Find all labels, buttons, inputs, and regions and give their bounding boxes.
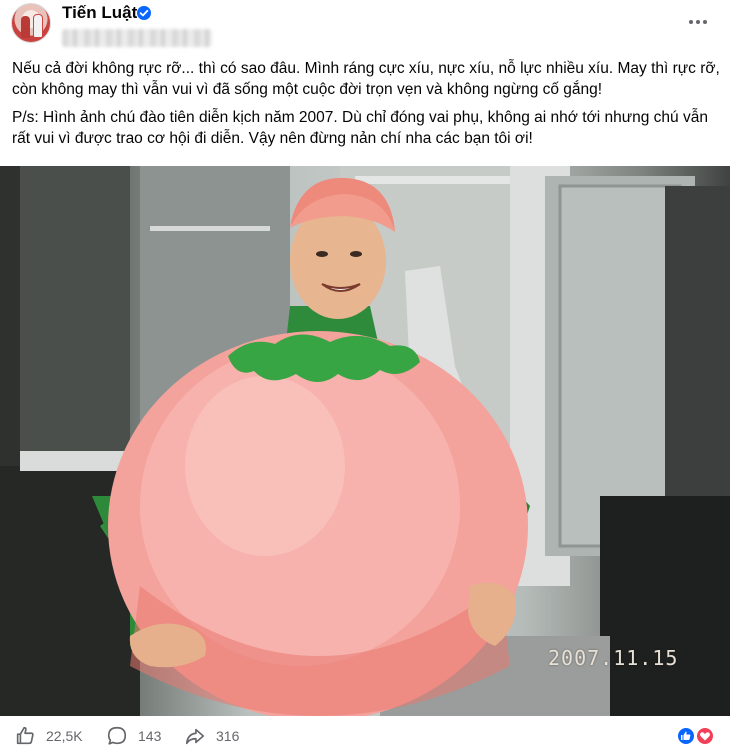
post-text-paragraph-1: Nếu cả đời không rực rỡ... thì có sao đâ… xyxy=(12,60,720,98)
comment-bubble-icon xyxy=(107,726,127,745)
post-header: Tiến Luật xyxy=(0,0,730,52)
like-reaction-icon xyxy=(676,726,696,746)
share-count-button[interactable]: 316 xyxy=(184,724,239,748)
love-reaction-icon xyxy=(695,726,715,746)
blurred-post-meta xyxy=(62,29,212,47)
avatar-figure-left xyxy=(21,16,30,38)
reaction-summary[interactable] xyxy=(676,726,718,748)
post-text-paragraph-2: P/s: Hình ảnh chú đào tiên diễn kịch năm… xyxy=(12,109,708,147)
comment-count-button[interactable]: 143 xyxy=(106,724,161,748)
author-name[interactable]: Tiến Luật xyxy=(62,2,137,24)
photo-date-stamp: 2007.11.15 xyxy=(548,646,679,670)
thumbs-up-icon xyxy=(16,726,34,745)
like-count: 22,5K xyxy=(46,728,83,744)
photo-scene xyxy=(0,166,730,716)
more-options-icon xyxy=(689,20,693,24)
post-photo[interactable]: 2007.11.15 xyxy=(0,166,730,716)
more-options-button[interactable] xyxy=(682,10,714,34)
share-arrow-icon xyxy=(185,728,205,745)
comment-count: 143 xyxy=(138,728,162,744)
like-count-button[interactable]: 22,5K xyxy=(14,724,83,748)
share-count: 316 xyxy=(216,728,240,744)
post-footer: 22,5K 143 316 xyxy=(0,716,730,756)
avatar-figure-right xyxy=(33,14,43,38)
author-avatar[interactable] xyxy=(11,3,51,43)
verified-badge-icon xyxy=(137,6,151,20)
post-body: Nếu cả đời không rực rỡ... thì có sao đâ… xyxy=(12,58,722,156)
